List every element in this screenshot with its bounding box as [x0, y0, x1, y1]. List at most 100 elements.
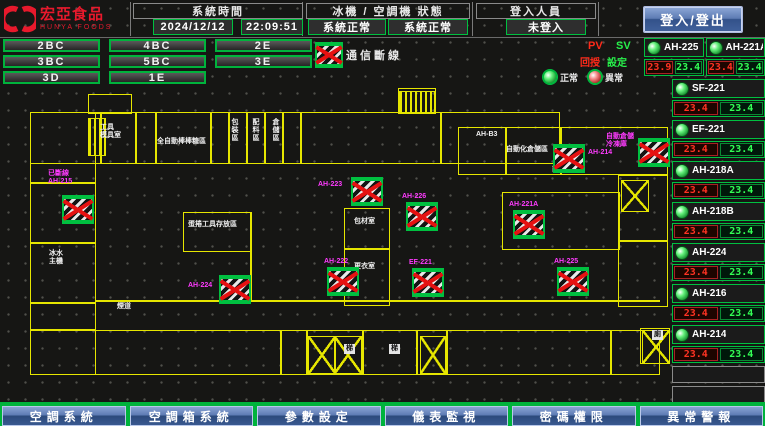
sv-value: 23.4 [720, 143, 764, 156]
room-label: 包裝區 [230, 118, 238, 142]
pv-value: 23.4 [674, 307, 718, 320]
unit-pair-col: AH-225 23.923.4 [644, 38, 704, 76]
room-label: 自動化倉儲區 [506, 146, 548, 154]
wall-segment [246, 112, 248, 164]
wall-segment [30, 302, 96, 304]
wall-segment [210, 112, 212, 164]
sv-value: 23.4 [720, 266, 764, 279]
unit-AH-218A[interactable]: AH-218A [672, 161, 765, 180]
alarm-tag-label: AH-222 [324, 258, 348, 266]
unit-pair-row: AH-22523.923.4AH-221A23.423.4 [644, 38, 765, 76]
alarm-icon-AH-225[interactable] [557, 267, 589, 296]
room-label: 工具 模具室 [100, 124, 121, 140]
room-label: 梯 [389, 344, 400, 354]
wall-segment [183, 212, 251, 252]
wall-segment [440, 112, 442, 164]
alarm-icon-AH-223[interactable] [351, 177, 383, 206]
unit-EF-221[interactable]: EF-221 [672, 120, 765, 139]
stairwell-x-icon [334, 336, 362, 374]
alarm-tag-label: AH-226 [402, 193, 426, 201]
empty-unit-slot [672, 366, 765, 383]
bottom-menu-bar: 空調系統空調箱系統參數設定儀表監視密碼權限異常警報 [0, 402, 765, 426]
wall-segment [135, 112, 137, 164]
unit-name-label: AH-218B [692, 206, 734, 217]
pv-value: 23.4 [708, 61, 735, 74]
unit-pair-col: AH-221A 23.423.4 [706, 38, 765, 76]
unit-SF-221[interactable]: SF-221 [672, 79, 765, 98]
pv-value: 23.4 [674, 184, 718, 197]
unit-AH-214[interactable]: AH-214 [672, 325, 765, 344]
menu-button-參數設定[interactable]: 參數設定 [255, 404, 383, 426]
unit-name-label: AH-221A [726, 42, 764, 53]
menu-button-空調箱系統[interactable]: 空調箱系統 [128, 404, 256, 426]
unit-block: AH-224 23.423.4 [672, 243, 765, 281]
unit-block: AH-21623.423.4 [672, 284, 765, 322]
sv-value: 23.4 [720, 225, 764, 238]
sv-value: 23.4 [736, 61, 763, 74]
pv-value: 23.4 [674, 143, 718, 156]
sv-value: 23.4 [720, 102, 764, 115]
sv-value: 23.4 [720, 348, 764, 361]
alarm-icon-AH-221A[interactable] [513, 210, 545, 239]
alarm-icon-AH-224[interactable] [219, 275, 251, 304]
alarm-tag-label: EF-221 [409, 259, 432, 267]
unit-name-label: AH-225 [664, 42, 698, 53]
menu-button-異常警報[interactable]: 異常警報 [638, 404, 765, 426]
unit-temps: 23.923.4 [644, 59, 704, 76]
pv-value: 23.4 [674, 266, 718, 279]
unit-temps: 23.423.4 [672, 346, 765, 363]
unit-AH-221A[interactable]: AH-221A [706, 38, 765, 57]
alarm-icon-已斷線-AH-215[interactable] [62, 195, 94, 224]
wall-segment [446, 330, 448, 375]
alarm-tag-label: AH-225 [554, 258, 578, 266]
wall-segment [610, 330, 612, 375]
room-label: 蛋捲工具存放區 [188, 221, 237, 229]
room-label: 倉儲區 [271, 118, 279, 142]
wall-segment [30, 242, 96, 244]
alarm-icon-AH-214[interactable] [553, 144, 585, 173]
alarm-tag-label: AH-224 [188, 282, 212, 290]
room-label: 煙道 [117, 303, 131, 311]
unit-AH-224[interactable]: AH-224 [672, 243, 765, 262]
unit-block: AH-218B 23.423.4 [672, 202, 765, 240]
unit-AH-216[interactable]: AH-216 [672, 284, 765, 303]
status-led-icon [709, 41, 723, 55]
alarm-tag-label: 已斷線 AH-215 [48, 170, 72, 187]
alarm-icon-AH-226[interactable] [406, 202, 438, 231]
unit-name-label: AH-218A [692, 165, 734, 176]
room-label: 梯 [344, 344, 355, 354]
unit-temps: 23.423.4 [672, 182, 765, 199]
alarm-icon-AH-222[interactable] [327, 267, 359, 296]
unit-block: SF-221 23.423.4 [672, 79, 765, 117]
unit-name-label: SF-221 [692, 83, 725, 94]
unit-name-label: AH-224 [692, 247, 726, 258]
hmi-screen: 宏亞食品 HUNYA FOODS 系統時間 2024/12/12 22:09:5… [0, 0, 765, 426]
menu-button-儀表監視[interactable]: 儀表監視 [383, 404, 511, 426]
pv-value: 23.4 [674, 225, 718, 238]
unit-name-label: EF-221 [692, 124, 725, 135]
menu-button-密碼權限[interactable]: 密碼權限 [510, 404, 638, 426]
status-led-icon [675, 123, 689, 137]
unit-AH-225[interactable]: AH-225 [644, 38, 704, 57]
wall-segment [264, 112, 266, 164]
status-led-icon [675, 205, 689, 219]
pv-value: 23.4 [674, 102, 718, 115]
menu-button-空調系統[interactable]: 空調系統 [0, 404, 128, 426]
stairwell-x-icon [420, 336, 446, 374]
unit-name-label: AH-214 [692, 329, 726, 340]
wall-segment [300, 112, 302, 164]
sv-value: 23.4 [675, 61, 702, 74]
unit-AH-218B[interactable]: AH-218B [672, 202, 765, 221]
unit-temps: 23.423.4 [706, 59, 765, 76]
alarm-icon-EF-221[interactable] [412, 268, 444, 297]
room-label: 包材室 [354, 218, 375, 226]
wall-segment [30, 330, 96, 375]
status-led-icon [675, 82, 689, 96]
unit-name-label: AH-216 [692, 288, 726, 299]
alarm-tag-label: AH-223 [318, 181, 342, 189]
alarm-tag-label: AH-221A [509, 201, 538, 209]
unit-block: EF-221 23.423.4 [672, 120, 765, 158]
stairwell-x-icon [308, 336, 336, 374]
alarm-tag-label: AH-214 [588, 149, 612, 157]
unit-temps: 23.423.4 [672, 141, 765, 158]
